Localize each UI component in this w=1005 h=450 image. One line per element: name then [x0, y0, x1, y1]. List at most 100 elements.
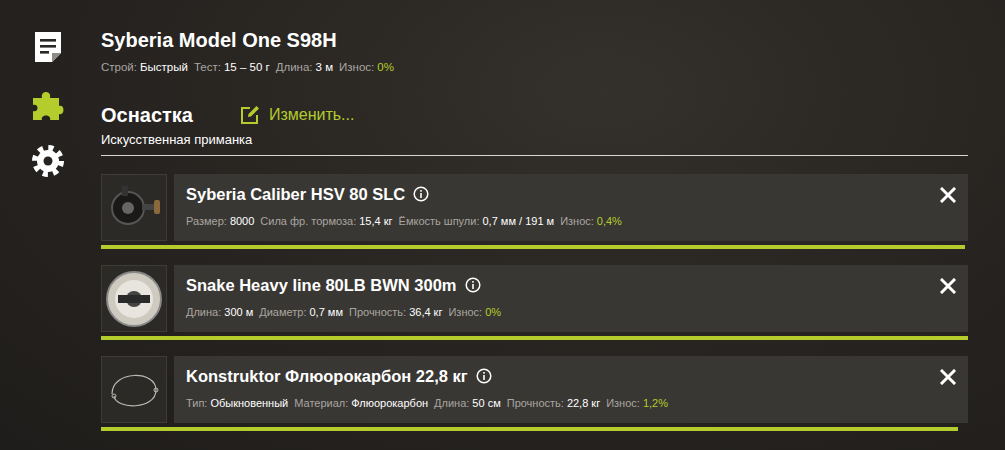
- item-header: Snake Heavy line 80LB BWN 300m: [186, 274, 956, 296]
- spec-value: 0,4%: [597, 215, 622, 227]
- spec-label: Износ:: [560, 215, 594, 227]
- edit-icon: [239, 104, 261, 126]
- spec-label: Размер:: [186, 215, 227, 227]
- tackle-item: Syberia Caliber HSV 80 SLC Размер:8000 Сил…: [101, 174, 968, 249]
- spec: Ёмкость шпули:0,7 мм / 191 м: [399, 213, 555, 229]
- spec: Износ:0%: [448, 304, 501, 320]
- spec-label: Строй:: [101, 61, 137, 73]
- spec-value: Флюорокарбон: [351, 397, 428, 409]
- spec-label: Длина:: [186, 306, 221, 318]
- tackle-item: Snake Heavy line 80LB BWN 300m Длина:300 …: [101, 265, 968, 340]
- section-header: Оснастка Изменить...: [101, 101, 968, 129]
- spec-list: Размер:8000 Сила фр. тормоза:15,4 кг Ёмкос…: [186, 213, 956, 229]
- item-picture: [101, 174, 167, 241]
- spec-label: Прочность:: [507, 397, 564, 409]
- edit-label[interactable]: Изменить...: [269, 103, 355, 127]
- spec-label: Длина:: [434, 397, 469, 409]
- puzzle-icon: [30, 86, 66, 122]
- condition-track: [101, 336, 968, 340]
- spec-value: 36,4 кг: [409, 306, 442, 318]
- spec-value: 3 м: [316, 61, 334, 73]
- spec-label: Сила фр. тормоза:: [260, 215, 356, 227]
- section-subtitle: Искусственная приманка: [101, 131, 968, 156]
- item-title-row: Syberia Caliber HSV 80 SLC: [186, 183, 429, 205]
- spec-label: Материал:: [294, 397, 348, 409]
- spec: Сила фр. тормоза:15,4 кг: [260, 213, 392, 229]
- spec-label: Тест:: [194, 61, 221, 73]
- reel-icon: [104, 178, 164, 238]
- spec: Длина:3 м: [276, 59, 333, 75]
- spec-value: 300 м: [224, 306, 253, 318]
- condition-track: [101, 427, 968, 431]
- spec-label: Тип:: [186, 397, 207, 409]
- spec-value: 15,4 кг: [359, 215, 392, 227]
- spool-icon: [104, 269, 164, 329]
- condition-track: [101, 245, 968, 249]
- spec: Износ:0,4%: [560, 213, 622, 229]
- close-icon[interactable]: [940, 369, 956, 385]
- item-panel[interactable]: Snake Heavy line 80LB BWN 300m Длина:300 …: [174, 265, 968, 332]
- item-title: Snake Heavy line 80LB BWN 300m: [186, 274, 457, 296]
- spec-value: 22,8 кг: [567, 397, 600, 409]
- spec-label: Длина:: [276, 61, 313, 73]
- tackle-row: Snake Heavy line 80LB BWN 300m Длина:300 …: [101, 265, 968, 332]
- info-icon[interactable]: [465, 277, 481, 293]
- spec-label: Износ:: [606, 397, 640, 409]
- sidebar-item[interactable]: [30, 29, 66, 65]
- spec-value: 0%: [485, 306, 501, 318]
- spec-value: 15 – 50 г: [224, 61, 270, 73]
- sidebar-item[interactable]: [30, 143, 66, 179]
- spec: Длина:50 см: [434, 395, 501, 411]
- spec: Прочность:22,8 кг: [507, 395, 600, 411]
- spec-value: Быстрый: [140, 61, 188, 73]
- item-panel[interactable]: Syberia Caliber HSV 80 SLC Размер:8000 Сил…: [174, 174, 968, 241]
- spec: Материал:Флюорокарбон: [294, 395, 428, 411]
- info-icon[interactable]: [413, 186, 429, 202]
- spec: Строй:Быстрый: [101, 59, 188, 75]
- spec-list: Строй:Быстрый Тест:15 – 50 г Длина:3 м Изно…: [101, 59, 968, 75]
- item-header: Konstruktor Флюорокарбон 22,8 кг: [186, 365, 956, 387]
- spec: Прочность:36,4 кг: [349, 304, 442, 320]
- spec: Износ:0%: [339, 59, 394, 75]
- item-title: Konstruktor Флюорокарбон 22,8 кг: [186, 365, 468, 387]
- tackle-row: Syberia Caliber HSV 80 SLC Размер:8000 Сил…: [101, 174, 968, 241]
- spec-label: Износ:: [339, 61, 374, 73]
- condition-fill: [101, 427, 958, 431]
- item-picture: [101, 356, 167, 423]
- spec: Размер:8000: [186, 213, 254, 229]
- spec: Износ:1,2%: [606, 395, 668, 411]
- spec-list: Длина:300 м Диаметр:0,7 мм Прочность:36,4 …: [186, 304, 956, 320]
- rod-title: Syberia Model One S98H: [101, 26, 968, 54]
- spec-value: 50 см: [472, 397, 500, 409]
- section-title: Оснастка: [101, 101, 193, 129]
- leader-icon: [104, 360, 164, 420]
- sidebar: [0, 0, 101, 450]
- item-title-row: Konstruktor Флюорокарбон 22,8 кг: [186, 365, 492, 387]
- condition-fill: [101, 336, 968, 340]
- item-title-row: Snake Heavy line 80LB BWN 300m: [186, 274, 481, 296]
- spec: Диаметр:0,7 мм: [259, 304, 343, 320]
- item-panel[interactable]: Konstruktor Флюорокарбон 22,8 кг Тип:Обык…: [174, 356, 968, 423]
- item-header: Syberia Caliber HSV 80 SLC: [186, 183, 956, 205]
- spec: Тип:Обыкновенный: [186, 395, 288, 411]
- close-icon[interactable]: [940, 278, 956, 294]
- spec-label: Ёмкость шпули:: [399, 215, 480, 227]
- spec: Тест:15 – 50 г: [194, 59, 270, 75]
- condition-fill: [101, 245, 965, 249]
- spec-value: 0,7 мм / 191 м: [483, 215, 555, 227]
- spec-value: 1,2%: [643, 397, 668, 409]
- spec-list: Тип:Обыкновенный Материал:Флюорокарбон Дли…: [186, 395, 956, 411]
- spec-label: Диаметр:: [259, 306, 306, 318]
- spec-value: Обыкновенный: [210, 397, 288, 409]
- spec-label: Износ:: [448, 306, 482, 318]
- spec-value: 8000: [230, 215, 254, 227]
- item-title: Syberia Caliber HSV 80 SLC: [186, 183, 405, 205]
- sidebar-item[interactable]: [30, 86, 66, 122]
- notes-icon: [30, 29, 66, 65]
- edit-button[interactable]: Изменить...: [239, 103, 355, 127]
- main-panel: Syberia Model One S98H Строй:Быстрый Тест:…: [101, 0, 1005, 450]
- gear-icon: [30, 143, 66, 179]
- close-icon[interactable]: [940, 187, 956, 203]
- spec: Длина:300 м: [186, 304, 253, 320]
- info-icon[interactable]: [476, 368, 492, 384]
